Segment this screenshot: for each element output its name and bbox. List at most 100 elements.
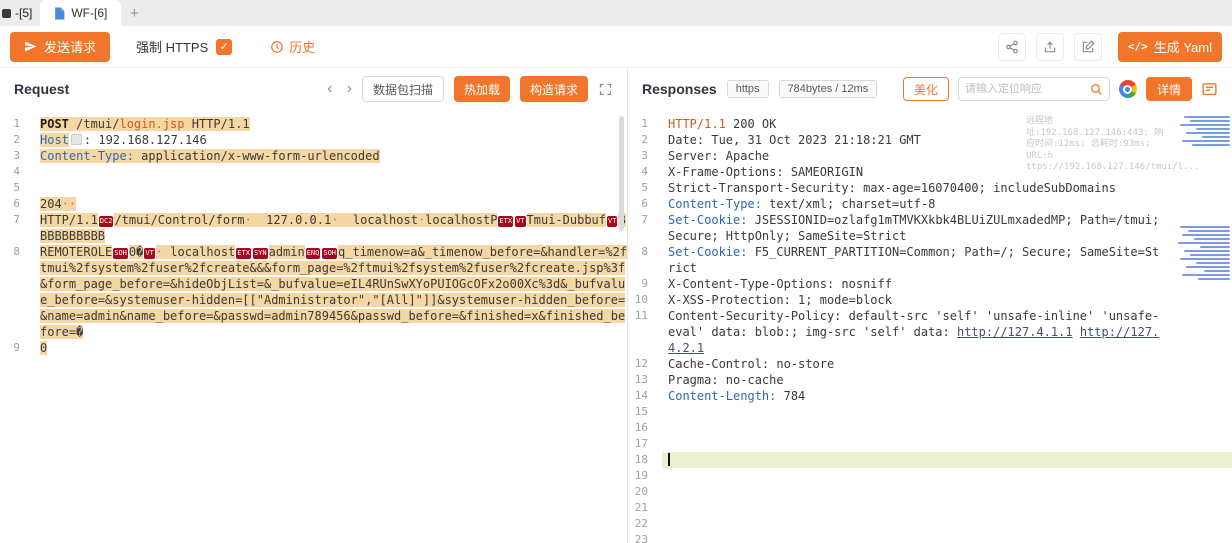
tab-partial[interactable]: -[5] — [0, 0, 40, 26]
editor-line-2[interactable]: 2Date: Tue, 31 Oct 2023 21:18:21 GMT — [628, 132, 1232, 148]
line-content: Host: 192.168.127.146 — [34, 132, 627, 148]
request-title: Request — [14, 81, 69, 97]
force-https-label: 强制 HTTPS — [136, 37, 208, 56]
editor-line-2[interactable]: 2Host: 192.168.127.146 — [0, 132, 627, 148]
editor-line-5[interactable]: 5 — [0, 180, 627, 196]
search-icon[interactable] — [1090, 83, 1103, 96]
token: http://127.4.1.1 — [957, 325, 1073, 339]
editor-line-15[interactable]: 15 — [628, 404, 1232, 420]
editor-line-22[interactable]: 22 — [628, 516, 1232, 532]
packet-scan-button[interactable]: 数据包扫描 — [362, 76, 444, 102]
token: ·· — [62, 197, 76, 211]
editor-line-7[interactable]: 7HTTP/1.1DC2/tmui/Control/form· 127.0.0.… — [0, 212, 627, 244]
add-tab-button[interactable]: + — [121, 0, 147, 26]
request-scrollbar[interactable] — [619, 116, 624, 231]
response-search-input[interactable] — [965, 83, 1086, 95]
request-editor[interactable]: 1POST /tmui/login.jsp HTTP/1.12Host: 192… — [0, 110, 627, 543]
editor-line-3[interactable]: 3Content-Type: application/x-www-form-ur… — [0, 148, 627, 164]
editor-line-14[interactable]: 14Content-Length: 784 — [628, 388, 1232, 404]
prev-request-button[interactable]: ‹ — [327, 81, 332, 97]
control-char-badge: VT — [144, 248, 154, 259]
line-content — [662, 500, 1232, 516]
editor-line-11[interactable]: 11Content-Security-Policy: default-src '… — [628, 308, 1232, 356]
editor-line-21[interactable]: 21 — [628, 500, 1232, 516]
token: HTTP/1.1 — [668, 117, 726, 131]
line-content — [662, 436, 1232, 452]
request-panel: Request ‹ › 数据包扫描 热加载 构造请求 1POST /tmui/l… — [0, 68, 628, 543]
response-editor[interactable]: 远程地址:192.168.127.146:443; 响 应时间:12ms; 总耗… — [628, 110, 1232, 543]
editor-line-1[interactable]: 1POST /tmui/login.jsp HTTP/1.1 — [0, 116, 627, 132]
editor-line-23[interactable]: 23 — [628, 532, 1232, 543]
line-number: 19 — [628, 468, 662, 484]
next-request-button[interactable]: › — [347, 81, 352, 97]
line-number: 5 — [628, 180, 662, 196]
editor-line-4[interactable]: 4 — [0, 164, 627, 180]
editor-line-3[interactable]: 3Server: Apache — [628, 148, 1232, 164]
editor-line-12[interactable]: 12Cache-Control: no-store — [628, 356, 1232, 372]
minimap[interactable] — [1176, 112, 1230, 543]
editor-line-5[interactable]: 5Strict-Transport-Security: max-age=1607… — [628, 180, 1232, 196]
line-content: Pragma: no-cache — [662, 372, 1232, 388]
line-number: 2 — [628, 132, 662, 148]
editor-line-20[interactable]: 20 — [628, 484, 1232, 500]
tab-active[interactable]: WF-[6] — [40, 0, 121, 26]
editor-line-13[interactable]: 13Pragma: no-cache — [628, 372, 1232, 388]
history-button[interactable]: 历史 — [270, 37, 315, 56]
token: 204 — [40, 197, 62, 211]
line-content: POST /tmui/login.jsp HTTP/1.1 — [34, 116, 627, 132]
token: · — [245, 213, 252, 227]
add-tab-label: + — [130, 5, 139, 22]
share-button[interactable] — [998, 33, 1026, 61]
send-request-button[interactable]: 发送请求 — [10, 32, 110, 62]
fullscreen-icon[interactable] — [598, 82, 613, 97]
editor-line-1[interactable]: 1HTTP/1.1 200 OK — [628, 116, 1232, 132]
token: X-Frame-Options: SAMEORIGIN — [668, 165, 863, 179]
editor-line-18[interactable]: 18 — [628, 452, 1232, 468]
editor-line-16[interactable]: 16 — [628, 420, 1232, 436]
force-https-checkbox[interactable]: ✓ — [216, 39, 232, 55]
token: Cache-Control: no-store — [668, 357, 834, 371]
line-number: 7 — [0, 212, 34, 244]
line-number: 11 — [628, 308, 662, 356]
force-https-toggle[interactable]: 强制 HTTPS ✓ — [136, 37, 232, 56]
details-button[interactable]: 详情 — [1146, 77, 1192, 101]
generate-yaml-button[interactable]: </> 生成 Yaml — [1118, 32, 1222, 62]
minimap-mark — [1198, 278, 1230, 280]
editor-line-9[interactable]: 90 — [0, 340, 627, 356]
token: Tmui-Dubbuf — [527, 213, 606, 227]
editor-line-10[interactable]: 10X-XSS-Protection: 1; mode=block — [628, 292, 1232, 308]
token: localhost — [338, 213, 417, 227]
response-search[interactable] — [958, 77, 1110, 101]
line-number: 4 — [0, 164, 34, 180]
construct-request-button[interactable]: 构造请求 — [520, 76, 588, 102]
token: REMOTEROLE — [40, 245, 112, 259]
toolbar: 发送请求 强制 HTTPS ✓ 历史 </> 生成 Yaml — [0, 26, 1232, 68]
editor-line-6[interactable]: 6204·· — [0, 196, 627, 212]
editor-line-8[interactable]: 8REMOTEROLESOH0�VT· localhostETXSYNadmin… — [0, 244, 627, 340]
line-content: Server: Apache — [662, 148, 1232, 164]
token: Content-Length: — [668, 389, 776, 403]
token: X-Content-Type-Options: nosniff — [668, 277, 892, 291]
minimap-mark — [1186, 132, 1230, 134]
line-number: 15 — [628, 404, 662, 420]
line-content: 0 — [34, 340, 627, 356]
beautify-button[interactable]: 美化 — [903, 77, 949, 101]
open-in-browser-icon[interactable] — [1119, 80, 1137, 98]
export-button[interactable] — [1036, 33, 1064, 61]
report-icon[interactable] — [1201, 81, 1218, 98]
token: HTTP/1.1 — [185, 117, 250, 131]
line-number: 14 — [628, 388, 662, 404]
editor-line-4[interactable]: 4X-Frame-Options: SAMEORIGIN — [628, 164, 1232, 180]
editor-line-17[interactable]: 17 — [628, 436, 1232, 452]
line-content — [662, 532, 1232, 543]
editor-line-8[interactable]: 8Set-Cookie: F5_CURRENT_PARTITION=Common… — [628, 244, 1232, 276]
send-icon — [24, 40, 37, 53]
line-number: 3 — [0, 148, 34, 164]
token: /tmui/ — [76, 117, 119, 131]
edit-button[interactable] — [1074, 33, 1102, 61]
editor-line-7[interactable]: 7Set-Cookie: JSESSIONID=ozlafg1mTMVKXkbk… — [628, 212, 1232, 244]
editor-line-19[interactable]: 19 — [628, 468, 1232, 484]
editor-line-6[interactable]: 6Content-Type: text/xml; charset=utf-8 — [628, 196, 1232, 212]
hot-reload-button[interactable]: 热加载 — [454, 76, 510, 102]
editor-line-9[interactable]: 9X-Content-Type-Options: nosniff — [628, 276, 1232, 292]
